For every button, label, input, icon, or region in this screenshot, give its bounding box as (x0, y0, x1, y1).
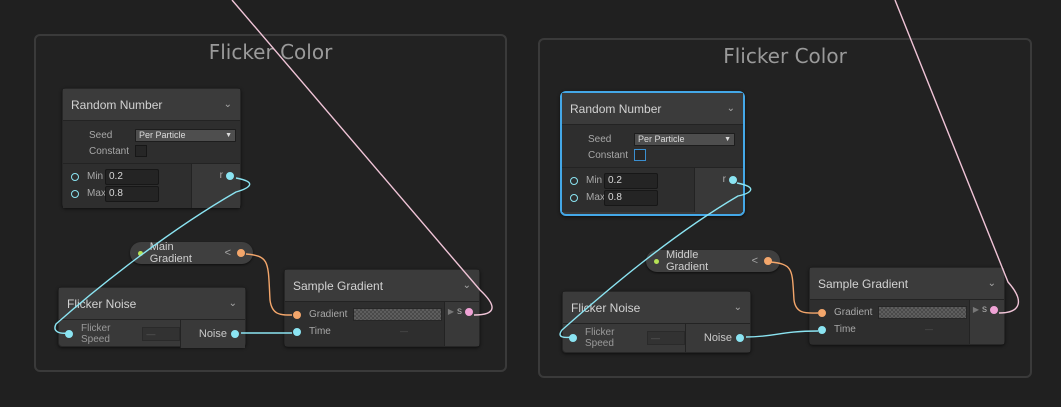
collapse-chevron-icon[interactable]: ⌄ (727, 102, 735, 113)
gradient-output-port[interactable] (764, 257, 772, 265)
s-output-port[interactable] (465, 307, 473, 316)
node-title: Flicker Noise (67, 296, 137, 311)
group-title[interactable]: Flicker Color (36, 40, 505, 64)
node-header[interactable]: Random Number ⌄ (63, 89, 240, 121)
flicker-noise-node[interactable]: Flicker Noise ⌄ Flicker Speed — Noise (58, 287, 246, 348)
gradient-field[interactable] (878, 306, 968, 319)
random-number-node-selected[interactable]: Random Number ⌄ Seed Per Particle ▼ Cons… (560, 91, 745, 216)
seed-dropdown[interactable]: Per Particle ▼ (135, 128, 236, 142)
time-input-port[interactable] (818, 325, 826, 334)
time-field[interactable]: — (925, 325, 961, 335)
time-field[interactable]: — (400, 327, 436, 337)
flicker-noise-node[interactable]: Flicker Noise ⌄ Flicker Speed — Noise (562, 291, 751, 353)
node-title: Flicker Noise (571, 300, 641, 315)
s-output-label: s (982, 304, 987, 315)
noise-output-port[interactable] (231, 330, 239, 338)
r-output-label: r (219, 170, 223, 181)
gradient-property-label: Middle Gradient (665, 249, 709, 273)
expand-arrow-icon[interactable]: ▶ (973, 305, 979, 314)
max-field[interactable]: 0.8 (604, 189, 658, 206)
gradient-field[interactable] (353, 308, 443, 321)
collapse-chevron-icon[interactable]: ⌄ (988, 277, 996, 288)
gradient-property-node[interactable]: Main Gradient < (130, 241, 253, 265)
constant-label: Constant (89, 145, 130, 157)
max-label: Max (87, 188, 106, 199)
time-input-port[interactable] (293, 327, 301, 336)
sample-gradient-node[interactable]: Sample Gradient ⌄ Gradient Time — ▶ s (284, 269, 480, 347)
random-number-node[interactable]: Random Number ⌄ Seed Per Particle ▼ Cons… (62, 88, 241, 208)
dropdown-arrow-icon: ▼ (724, 135, 731, 143)
time-label: Time (309, 326, 331, 337)
flicker-speed-label: Flicker Speed (585, 327, 615, 349)
collapse-chevron-icon[interactable]: ⌄ (229, 297, 237, 308)
min-label: Min (87, 171, 104, 182)
min-input-port[interactable] (71, 172, 79, 181)
flicker-speed-field[interactable]: — (647, 331, 685, 345)
s-output-label: s (457, 306, 462, 317)
seed-label: Seed (89, 129, 113, 141)
gradient-label: Gradient (834, 307, 873, 318)
noise-output-port[interactable] (736, 334, 744, 342)
seed-dropdown[interactable]: Per Particle ▼ (634, 132, 735, 146)
flicker-speed-field[interactable]: — (142, 327, 180, 341)
node-title: Sample Gradient (818, 276, 909, 291)
min-field[interactable]: 0.2 (604, 172, 658, 189)
max-field[interactable]: 0.8 (105, 185, 159, 202)
group-title[interactable]: Flicker Color (540, 44, 1030, 68)
node-header[interactable]: Flicker Noise ⌄ (563, 292, 750, 324)
seed-value: Per Particle (638, 134, 685, 144)
max-label: Max (586, 192, 605, 203)
sample-gradient-node[interactable]: Sample Gradient ⌄ Gradient Time — ▶ s (809, 267, 1005, 345)
node-title: Sample Gradient (293, 278, 384, 293)
node-header[interactable]: Sample Gradient ⌄ (810, 268, 1004, 300)
gradient-output-port[interactable] (237, 249, 245, 257)
collapse-chevron-icon[interactable]: ⌄ (224, 98, 232, 109)
noise-output-label: Noise (703, 332, 732, 344)
collapse-arrow-icon[interactable]: < (225, 247, 231, 259)
s-output-port[interactable] (990, 305, 998, 314)
seed-label: Seed (588, 133, 612, 145)
gradient-label: Gradient (309, 309, 348, 320)
min-input-port[interactable] (570, 176, 578, 185)
expand-arrow-icon[interactable]: ▶ (448, 307, 454, 316)
constant-checkbox[interactable] (634, 149, 646, 161)
r-output-label: r (722, 174, 726, 185)
collapse-arrow-icon[interactable]: < (752, 255, 758, 267)
gradient-input-port[interactable] (818, 308, 826, 317)
flicker-speed-input-port[interactable] (569, 334, 577, 342)
max-input-port[interactable] (570, 193, 578, 202)
gradient-property-label: Main Gradient (149, 241, 192, 265)
r-output-port[interactable] (226, 171, 234, 180)
gradient-input-port[interactable] (293, 310, 301, 319)
seed-value: Per Particle (139, 130, 186, 140)
noise-output-label: Noise (198, 328, 227, 340)
min-field[interactable]: 0.2 (105, 168, 159, 185)
min-label: Min (586, 175, 603, 186)
node-header[interactable]: Sample Gradient ⌄ (285, 270, 479, 302)
flicker-speed-label: Flicker Speed (81, 323, 111, 345)
collapse-chevron-icon[interactable]: ⌄ (463, 279, 471, 290)
r-output-port[interactable] (729, 175, 737, 184)
node-title: Random Number (71, 97, 163, 112)
constant-label: Constant (588, 149, 629, 161)
constant-checkbox[interactable] (135, 145, 147, 157)
max-input-port[interactable] (71, 189, 79, 198)
exposed-indicator-icon (654, 258, 659, 264)
dropdown-arrow-icon: ▼ (225, 131, 232, 139)
collapse-chevron-icon[interactable]: ⌄ (734, 301, 742, 312)
node-title: Random Number (570, 101, 662, 116)
gradient-property-node[interactable]: Middle Gradient < (646, 249, 780, 273)
flicker-speed-input-port[interactable] (65, 330, 73, 338)
node-header[interactable]: Random Number ⌄ (562, 93, 743, 125)
exposed-indicator-icon (138, 250, 143, 256)
node-header[interactable]: Flicker Noise ⌄ (59, 288, 245, 320)
time-label: Time (834, 324, 856, 335)
